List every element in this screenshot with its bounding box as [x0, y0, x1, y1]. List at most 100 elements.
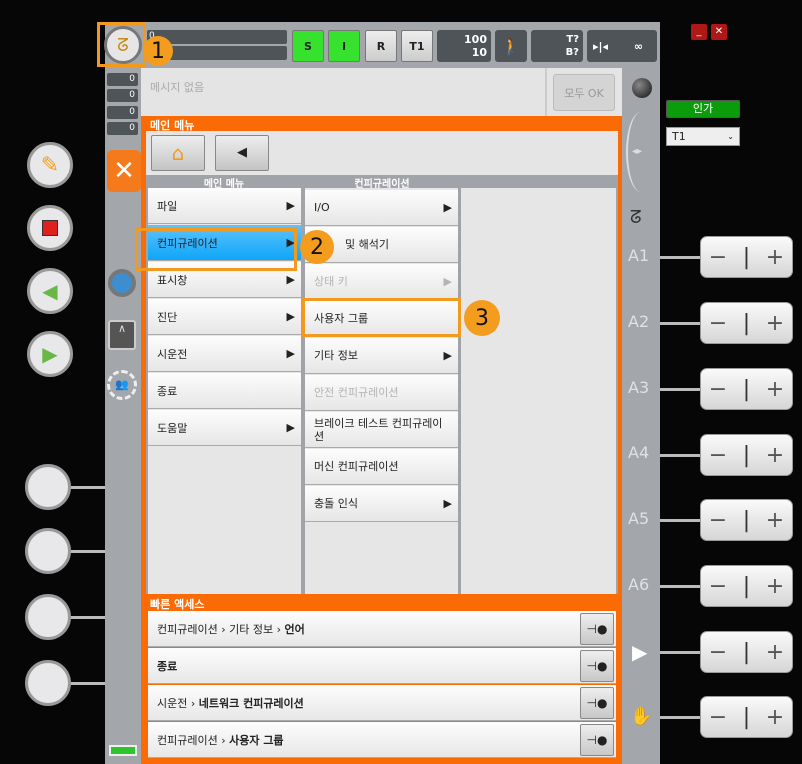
config-menu-item[interactable]: 상태 키 ▶	[305, 264, 458, 300]
submenu-column	[461, 188, 616, 594]
plus-icon[interactable]: +	[766, 508, 784, 533]
jog-key[interactable]: − | +	[700, 368, 793, 410]
incremental-jog-status[interactable]: ▸|◂ ∞	[587, 30, 657, 62]
minus-icon[interactable]: −	[709, 574, 727, 599]
status-key-3[interactable]	[25, 594, 71, 640]
close-menu-button[interactable]: ✕	[107, 150, 141, 192]
pin-icon: ⊣●	[586, 733, 608, 747]
jog-key[interactable]: − | +	[700, 696, 793, 738]
divider	[545, 68, 547, 116]
plus-icon[interactable]: +	[766, 377, 784, 402]
close-window-button[interactable]: ✕	[711, 24, 727, 40]
config-menu-item[interactable]: 안전 컨피규레이션	[305, 375, 458, 411]
main-menu-item[interactable]: 시운전 ▶	[148, 336, 301, 372]
jog-key[interactable]: − | +	[700, 434, 793, 476]
quick-access-item[interactable]: 시운전 › 네트워크 컨피규레이션 ⊣●	[148, 685, 616, 721]
config-menu-item[interactable]: I/O ▶	[305, 190, 458, 226]
robot-interpreter-status[interactable]: R	[365, 30, 397, 62]
quick-access-item[interactable]: 컨피규레이션 › 사용자 그룹 ⊣●	[148, 722, 616, 758]
back-button[interactable]: ◀	[215, 135, 269, 171]
info-counter[interactable]: 0	[107, 106, 138, 119]
jog-key[interactable]: − | +	[700, 302, 793, 344]
plus-icon[interactable]: +	[766, 640, 784, 665]
menu-item-label: 기타 정보	[314, 349, 358, 362]
enable-button[interactable]: 인가	[666, 100, 740, 118]
quick-access-path: 시운전 ›	[157, 696, 199, 710]
submit-status[interactable]: S	[292, 30, 324, 62]
gear-icon[interactable]	[108, 269, 136, 297]
tool-base-status[interactable]: T? B?	[531, 30, 583, 62]
menu-item-label: 브레이크 테스트 컨피규레이션	[314, 416, 443, 443]
main-menu-item[interactable]: 파일 ▶	[148, 188, 301, 224]
jog-connector	[660, 388, 702, 391]
error-counter[interactable]: 0	[107, 73, 138, 86]
axis-label: A2	[628, 311, 650, 331]
message-window	[141, 68, 622, 116]
start-forward-key[interactable]: ▶	[27, 331, 73, 377]
dialog-counter[interactable]: 0	[107, 122, 138, 135]
main-menu-item[interactable]: 도움말 ▶	[148, 410, 301, 446]
jog-key[interactable]: − | +	[700, 499, 793, 541]
unpin-button[interactable]: ⊣●	[580, 613, 614, 645]
jog-override: 10	[471, 46, 487, 59]
hand-jog-icon: ✋	[630, 706, 653, 727]
plus-icon[interactable]: +	[766, 705, 784, 730]
unpin-button[interactable]: ⊣●	[580, 724, 614, 756]
start-backward-key[interactable]: ◀	[27, 268, 73, 314]
config-menu-item[interactable]: 머신 컨피규레이션	[305, 449, 458, 485]
submenu-arrow-icon: ▶	[443, 349, 452, 362]
walking-person-icon: 🚶	[501, 36, 521, 56]
status-key-4[interactable]	[25, 660, 71, 706]
status-key-1[interactable]	[25, 464, 71, 510]
edit-key[interactable]: ✎	[27, 142, 73, 188]
plus-icon[interactable]: +	[766, 245, 784, 270]
config-menu-item[interactable]: 기타 정보 ▶	[305, 338, 458, 374]
minus-icon[interactable]: −	[709, 311, 727, 336]
annotation-badge-1: 1	[143, 36, 173, 66]
jog-connector	[660, 322, 702, 325]
clock-icon[interactable]: ∧	[108, 320, 136, 350]
quick-access-title: 빠른 액세스	[150, 598, 205, 611]
jog-key[interactable]: − | +	[700, 631, 793, 673]
jog-key[interactable]: − | +	[700, 236, 793, 278]
config-menu-item[interactable]: 브레이크 테스트 컨피규레이션	[305, 412, 458, 448]
plus-icon[interactable]: +	[766, 443, 784, 468]
operating-mode-status[interactable]: T1	[401, 30, 433, 62]
minus-icon[interactable]: −	[709, 377, 727, 402]
incremental-icon: ▸|◂	[593, 39, 609, 53]
main-menu-item[interactable]: 진단 ▶	[148, 299, 301, 335]
run-mode-status[interactable]: 🚶	[495, 30, 527, 62]
override-status[interactable]: 100 10	[437, 30, 491, 62]
quick-access-target: 네트워크 컨피규레이션	[198, 696, 304, 710]
quick-access-item[interactable]: 종료 ⊣●	[148, 648, 616, 684]
minus-icon[interactable]: −	[709, 508, 727, 533]
unpin-button[interactable]: ⊣●	[580, 687, 614, 719]
pin-icon: ⊣●	[586, 622, 608, 636]
minimize-button[interactable]: _	[691, 24, 707, 40]
config-menu-item[interactable]: 충돌 인식 ▶	[305, 486, 458, 522]
home-button[interactable]: ⌂	[151, 135, 205, 171]
menu-item-label: 안전 컨피규레이션	[314, 386, 399, 399]
plus-icon[interactable]: +	[766, 574, 784, 599]
quick-access-target: 언어	[284, 622, 305, 636]
coordinate-system-globe-icon[interactable]	[632, 78, 652, 98]
acknowledge-all-button[interactable]: 모두 OK	[553, 74, 615, 111]
quick-access-item[interactable]: 컨피규레이션 › 기타 정보 › 언어 ⊣●	[148, 611, 616, 647]
minus-icon[interactable]: −	[709, 443, 727, 468]
status-key-2[interactable]	[25, 528, 71, 574]
user-group-icon[interactable]: 👥	[107, 370, 137, 400]
stop-key[interactable]	[27, 205, 73, 251]
plus-icon[interactable]: +	[766, 311, 784, 336]
main-menu-item[interactable]: 종료	[148, 373, 301, 409]
interpreter-status[interactable]: I	[328, 30, 360, 62]
unpin-button[interactable]: ⊣●	[580, 650, 614, 682]
minus-icon[interactable]: −	[709, 245, 727, 270]
submenu-arrow-icon: ▶	[443, 497, 452, 510]
mode-select[interactable]: T1 ⌄	[666, 127, 740, 146]
robot-jog-mode-icon[interactable]: ᘔ	[630, 207, 642, 228]
minus-icon[interactable]: −	[709, 640, 727, 665]
pin-icon: ⊣●	[586, 696, 608, 710]
minus-icon[interactable]: −	[709, 705, 727, 730]
jog-key[interactable]: − | +	[700, 565, 793, 607]
warning-counter[interactable]: 0	[107, 89, 138, 102]
